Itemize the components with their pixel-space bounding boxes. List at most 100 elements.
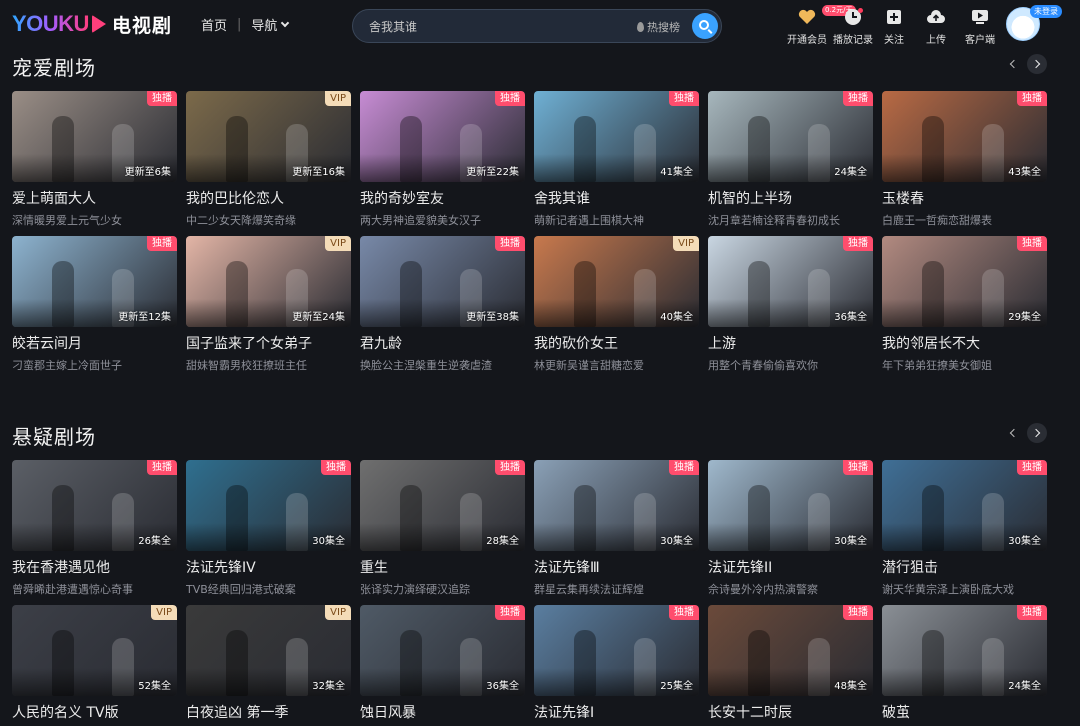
chevron-down-icon[interactable] — [281, 18, 290, 27]
show-card[interactable]: 独播 24集全破茧 — [882, 605, 1047, 726]
show-card[interactable]: 独播 36集全蚀日风暴 — [360, 605, 525, 726]
nav-guide[interactable]: 导航 — [251, 15, 277, 34]
show-poster[interactable]: 独播 43集全 — [882, 91, 1047, 182]
show-subtitle: 林更新吴谨言甜糖恋爱 — [534, 359, 644, 372]
exclusive-badge: 独播 — [495, 236, 525, 251]
show-card[interactable]: 独播 更新至38集君九龄换脸公主涅槃重生逆袭虐渣 — [360, 236, 525, 381]
nav-home[interactable]: 首页 — [201, 15, 227, 34]
show-poster[interactable]: 独播 30集全 — [708, 460, 873, 551]
show-card[interactable]: 独播 48集全长安十二时辰 — [708, 605, 873, 726]
show-title[interactable]: 君九龄 — [360, 333, 525, 353]
show-poster[interactable]: 独播 24集全 — [882, 605, 1047, 696]
show-poster[interactable]: 独播 30集全 — [882, 460, 1047, 551]
search-input[interactable] — [369, 17, 619, 37]
carousel-next-button[interactable] — [1027, 423, 1047, 443]
show-card[interactable]: VIP 32集全白夜追凶 第一季 — [186, 605, 351, 726]
show-poster[interactable]: VIP 40集全 — [534, 236, 699, 327]
show-title[interactable]: 我的砍价女王 — [534, 333, 699, 353]
show-title[interactable]: 法证先锋II — [708, 557, 873, 577]
show-poster[interactable]: 独播 25集全 — [534, 605, 699, 696]
show-title[interactable]: 我的邻居长不大 — [882, 333, 1047, 353]
show-poster[interactable]: VIP 更新至16集 — [186, 91, 351, 182]
show-card[interactable]: 独播 更新至12集 皎若云间月 刁蛮郡主嫁上冷面世子 — [12, 236, 177, 381]
show-title[interactable]: 长安十二时辰 — [708, 702, 873, 722]
show-poster[interactable]: 独播 24集全 — [708, 91, 873, 182]
show-title[interactable]: 破茧 — [882, 702, 1047, 722]
show-title[interactable]: 法证先锋IV — [186, 557, 351, 577]
show-poster[interactable]: 独播 26集全 — [12, 460, 177, 551]
show-poster[interactable]: 独播 41集全 — [534, 91, 699, 182]
show-title[interactable]: 舍我其谁 — [534, 188, 699, 208]
show-poster[interactable]: 独播 30集全 — [186, 460, 351, 551]
show-title[interactable]: 法证先锋I — [534, 702, 699, 722]
flame-icon — [637, 22, 644, 32]
show-title[interactable]: 白夜追凶 第一季 — [186, 702, 351, 722]
show-title[interactable]: 玉楼春 — [882, 188, 1047, 208]
client-button[interactable]: 客户端 — [962, 6, 998, 46]
episode-status: 24集全 — [834, 167, 867, 178]
show-poster[interactable]: VIP 52集全 — [12, 605, 177, 696]
show-card[interactable]: 独播 30集全 法证先锋IV TVB经典回归港式破案 — [186, 460, 351, 605]
show-subtitle: 换脸公主涅槃重生逆袭虐渣 — [360, 359, 492, 372]
show-card[interactable]: VIP 52集全人民的名义 TV版 — [12, 605, 177, 726]
show-card[interactable]: 独播 41集全 舍我其谁 萌新记者遇上围棋大神 — [534, 91, 699, 236]
show-title[interactable]: 我的巴比伦恋人 — [186, 188, 351, 208]
show-card[interactable]: 独播 43集全 玉楼春 白鹿王一哲痴恋甜爆表 — [882, 91, 1047, 236]
show-card[interactable]: 独播 30集全 法证先锋Ⅲ 群星云集再续法证辉煌 — [534, 460, 699, 605]
show-title[interactable]: 皎若云间月 — [12, 333, 177, 353]
exclusive-badge: 独播 — [147, 91, 177, 106]
show-card[interactable]: 独播 26集全 我在香港遇见他 曾舜晞赴港遭遇惊心奇事 — [12, 460, 177, 605]
vip-badge: VIP — [325, 605, 351, 620]
show-title[interactable]: 爱上萌面大人 — [12, 188, 177, 208]
user-avatar-button[interactable]: 未登录 — [1006, 5, 1062, 41]
show-card[interactable]: 独播 30集全 法证先锋II 佘诗曼外冷内热演警察 — [708, 460, 873, 605]
carousel-prev-button[interactable] — [1003, 423, 1023, 443]
show-poster[interactable]: 独播 更新至12集 — [12, 236, 177, 327]
carousel-next-button[interactable] — [1027, 54, 1047, 74]
show-card[interactable]: 独播 更新至22集 我的奇妙室友 两大男神追爱貌美女汉子 — [360, 91, 525, 236]
youku-logo[interactable]: YOUKU 电视剧 — [12, 10, 172, 38]
exclusive-badge: 独播 — [669, 460, 699, 475]
show-title[interactable]: 上游 — [708, 333, 873, 353]
show-title[interactable]: 重生 — [360, 557, 525, 577]
history-button[interactable]: 播放记录 — [832, 6, 874, 46]
show-card[interactable]: 独播 36集全 上游 用整个青春偷偷喜欢你 — [708, 236, 873, 381]
show-poster[interactable]: 独播 更新至22集 — [360, 91, 525, 182]
hot-search-label: 热搜榜 — [647, 21, 680, 34]
show-poster[interactable]: 独播 30集全 — [534, 460, 699, 551]
show-poster[interactable]: 独播 36集全 — [708, 236, 873, 327]
search-button[interactable] — [692, 13, 718, 39]
show-card[interactable]: VIP 更新至24集 国子监来了个女弟子 甜妹智霸男校狂撩班主任 — [186, 236, 351, 381]
show-title[interactable]: 我的奇妙室友 — [360, 188, 525, 208]
carousel-arrows — [1003, 54, 1047, 74]
show-card[interactable]: VIP 更新至16集 我的巴比伦恋人 中二少女天降爆笑奇缘 — [186, 91, 351, 236]
show-poster[interactable]: 独播 48集全 — [708, 605, 873, 696]
show-poster[interactable]: 独播 29集全 — [882, 236, 1047, 327]
show-card[interactable]: 独播 28集全 重生 张译实力演绎硬汉追踪 — [360, 460, 525, 605]
show-poster[interactable]: 独播 28集全 — [360, 460, 525, 551]
hot-search-link[interactable]: 热搜榜 — [637, 19, 680, 35]
show-card[interactable]: VIP 40集全我的砍价女王林更新吴谨言甜糖恋爱 — [534, 236, 699, 381]
show-poster[interactable]: 独播 更新至6集 — [12, 91, 177, 182]
show-card[interactable]: 独播 25集全法证先锋I — [534, 605, 699, 726]
show-poster[interactable]: VIP 更新至24集 — [186, 236, 351, 327]
show-card[interactable]: 独播 29集全 我的邻居长不大 年下弟弟狂撩美女御姐 — [882, 236, 1047, 381]
show-card[interactable]: 独播 更新至6集 爱上萌面大人 深情暖男爱上元气少女 — [12, 91, 177, 236]
carousel-prev-button[interactable] — [1003, 54, 1023, 74]
show-title[interactable]: 蚀日风暴 — [360, 702, 525, 722]
show-poster[interactable]: 独播 更新至38集 — [360, 236, 525, 327]
show-title[interactable]: 机智的上半场 — [708, 188, 873, 208]
show-title[interactable]: 国子监来了个女弟子 — [186, 333, 351, 353]
show-card[interactable]: 独播 30集全 潜行狙击 谢天华黄宗泽上演卧底大戏 — [882, 460, 1047, 605]
show-poster[interactable]: 独播 36集全 — [360, 605, 525, 696]
follow-button[interactable]: 关注 — [882, 6, 906, 46]
upload-button[interactable]: 上传 — [924, 6, 948, 46]
show-poster[interactable]: VIP 32集全 — [186, 605, 351, 696]
show-title[interactable]: 法证先锋Ⅲ — [534, 557, 699, 577]
show-title[interactable]: 潜行狙击 — [882, 557, 1047, 577]
show-title[interactable]: 我在香港遇见他 — [12, 557, 177, 577]
episode-status: 30集全 — [660, 536, 693, 547]
show-title[interactable]: 人民的名义 TV版 — [12, 702, 177, 722]
vip-button[interactable]: 0.2元/天 开通会员 — [786, 5, 856, 46]
show-card[interactable]: 独播 24集全 机智的上半场 沈月章若楠诠释青春初成长 — [708, 91, 873, 236]
